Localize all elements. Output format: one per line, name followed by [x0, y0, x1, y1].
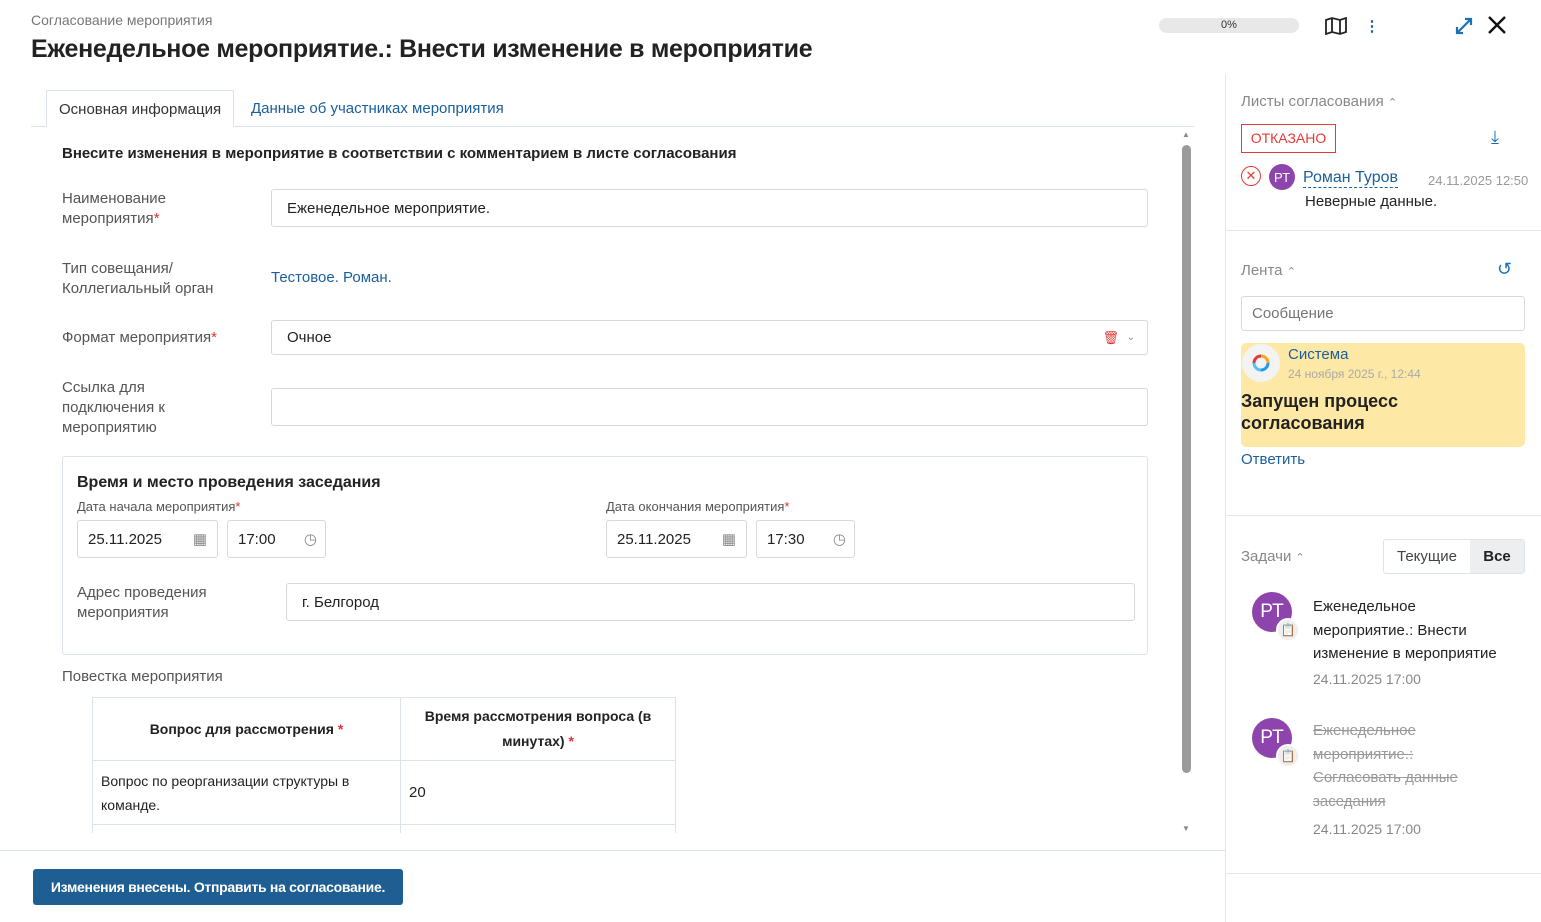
page-subtitle: Согласование мероприятия — [31, 12, 213, 28]
clock-icon[interactable]: ◷ — [833, 530, 846, 548]
format-select[interactable]: Очное 🗑 ⌄ — [271, 320, 1148, 355]
instruction-text: Внесите изменения в мероприятие в соотве… — [62, 145, 737, 162]
feed-message-card: Система 24 ноября 2025 г., 12:44 Запущен… — [1241, 343, 1525, 447]
scrollbar[interactable]: ▲ ▼ — [1180, 130, 1194, 833]
expand-icon[interactable] — [1452, 14, 1476, 38]
agenda-label: Повестка мероприятия — [62, 668, 223, 685]
meeting-type-link[interactable]: Тестовое. Роман. — [271, 269, 392, 286]
approval-comment: Неверные данные. — [1305, 193, 1438, 210]
time-place-section: Время и место проведения заседания Дата … — [62, 456, 1148, 655]
start-time-value: 17:00 — [238, 530, 276, 548]
task-clipboard-icon: 📋 — [1276, 618, 1300, 642]
meeting-link-input[interactable] — [271, 388, 1148, 426]
start-date-input[interactable]: 25.11.2025 ▦ — [77, 520, 218, 558]
start-label: Дата начала мероприятия — [77, 499, 236, 514]
feed-author: Система — [1288, 346, 1349, 363]
required-mark: * — [153, 210, 160, 227]
close-icon[interactable] — [1485, 13, 1509, 37]
link-label: Ссылка для подключения к мероприятию — [62, 379, 165, 436]
address-label: Адрес проведения мероприятия — [77, 584, 207, 621]
status-badge: ОТКАЗАНО — [1241, 124, 1336, 153]
end-time-value: 17:30 — [767, 530, 805, 548]
approver-name-link[interactable]: Роман Туров — [1303, 169, 1399, 188]
start-time-input[interactable]: 17:00 ◷ — [227, 520, 326, 558]
filter-all-button[interactable]: Все — [1470, 540, 1524, 573]
end-date-input[interactable]: 25.11.2025 ▦ — [606, 520, 747, 558]
end-date-value: 25.11.2025 — [617, 530, 691, 548]
refresh-icon[interactable]: ↺ — [1497, 259, 1512, 280]
system-logo-icon — [1242, 344, 1280, 382]
required-mark: * — [568, 733, 574, 749]
required-mark: * — [337, 721, 344, 737]
task-item[interactable]: РТ 📋 Еженедельное мероприятие.: Согласов… — [1252, 718, 1522, 843]
feed-message: Запущен процесс согласования — [1241, 391, 1398, 433]
task-title: Еженедельное мероприятие.: Внести измене… — [1313, 598, 1497, 662]
reply-link[interactable]: Ответить — [1241, 451, 1305, 468]
filter-current-button[interactable]: Текущие — [1384, 540, 1470, 573]
map-icon[interactable] — [1324, 14, 1348, 38]
name-label: Наименование мероприятия — [62, 190, 166, 227]
start-date-value: 25.11.2025 — [88, 530, 162, 548]
more-menu-icon[interactable]: ⋮ — [1364, 14, 1380, 38]
event-name-input[interactable]: Еженедельное мероприятие. — [271, 189, 1148, 227]
feed-date: 24 ноября 2025 г., 12:44 — [1288, 367, 1421, 381]
tasks-header[interactable]: Задачи ⌃ — [1241, 548, 1305, 565]
avatar: РТ — [1269, 164, 1295, 190]
required-mark: * — [784, 499, 790, 514]
format-label: Формат мероприятия — [62, 329, 212, 346]
format-value: Очное — [287, 329, 332, 346]
task-clipboard-icon: 📋 — [1276, 744, 1300, 768]
chevron-down-icon[interactable]: ⌄ — [1127, 332, 1135, 343]
scrollbar-thumb[interactable] — [1182, 145, 1191, 773]
agenda-question-cell[interactable] — [92, 824, 401, 833]
end-time-input[interactable]: 17:30 ◷ — [756, 520, 855, 558]
end-label: Дата окончания мероприятия — [606, 499, 785, 514]
task-date: 24.11.2025 17:00 — [1313, 821, 1421, 837]
task-item[interactable]: РТ 📋 Еженедельное мероприятие.: Внести и… — [1252, 592, 1522, 692]
message-input[interactable] — [1241, 296, 1525, 331]
time-section-title: Время и место проведения заседания — [77, 474, 381, 491]
agenda-header-question: Вопрос для рассмотрения — [149, 721, 334, 737]
rejected-icon: ✕ — [1241, 166, 1261, 186]
agenda-minutes-cell[interactable]: 20 — [400, 760, 676, 825]
tasks-filter: Текущие Все — [1383, 539, 1525, 574]
submit-for-approval-button[interactable]: Изменения внесены. Отправить на согласов… — [33, 869, 403, 905]
required-mark: * — [235, 499, 241, 514]
feed-header[interactable]: Лента ⌃ — [1241, 262, 1296, 279]
clock-icon[interactable]: ◷ — [304, 530, 317, 548]
trash-icon[interactable]: 🗑 — [1102, 330, 1119, 346]
approval-sheets-header[interactable]: Листы согласования ⌃ — [1241, 93, 1397, 110]
approval-date: 24.11.2025 12:50 — [1428, 173, 1529, 188]
calendar-icon[interactable]: ▦ — [193, 530, 207, 548]
agenda-table-wrapper: Вопрос для рассмотрения * Время рассмотр… — [92, 697, 676, 833]
agenda-table: Вопрос для рассмотрения * Время рассмотр… — [92, 697, 676, 833]
calendar-icon[interactable]: ▦ — [722, 530, 736, 548]
download-icon[interactable]: ⤓ — [1491, 127, 1499, 148]
tab-main-info[interactable]: Основная информация — [46, 90, 235, 127]
agenda-header-minutes: Время рассмотрения вопроса (в минутах) — [424, 708, 652, 749]
page-title: Еженедельное мероприятие.: Внести измене… — [31, 35, 813, 63]
progress-bar: 0% — [1159, 18, 1299, 33]
tab-bar: Основная информация Данные об участниках… — [31, 90, 1194, 127]
tab-participants[interactable]: Данные об участниках мероприятия — [239, 90, 516, 127]
type-label: Тип совещания/ Коллегиальный орган — [62, 260, 214, 297]
agenda-question-cell[interactable]: Вопрос по реорганизации структуры в кома… — [92, 760, 401, 825]
address-input[interactable]: г. Белгород — [286, 583, 1135, 621]
required-mark: * — [211, 329, 217, 346]
agenda-minutes-cell[interactable] — [400, 824, 676, 833]
task-title: Еженедельное мероприятие.: Согласовать д… — [1313, 722, 1458, 810]
task-date: 24.11.2025 17:00 — [1313, 671, 1421, 687]
table-row[interactable]: Вопрос по реорганизации структуры в кома… — [92, 760, 676, 825]
table-row[interactable] — [92, 824, 676, 833]
